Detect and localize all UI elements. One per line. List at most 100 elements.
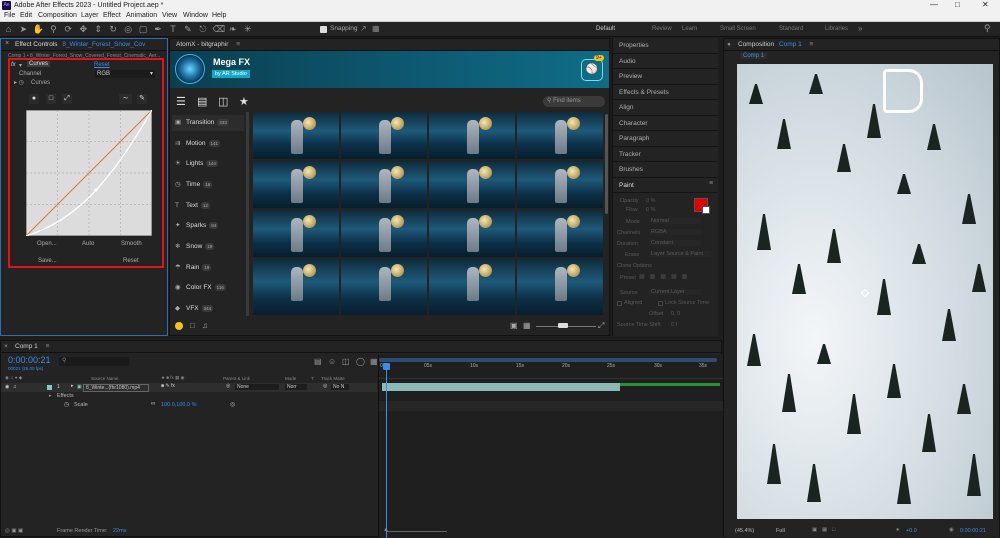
preset-thumbnail[interactable] (429, 210, 515, 257)
category-sparks[interactable]: ✦ Sparks 84 (172, 218, 244, 234)
menu-window[interactable]: Window (183, 12, 208, 19)
atomx-tab[interactable]: AtomX - bitgraphir ≡ (170, 39, 609, 51)
category-lights[interactable]: ☀ Lights 144 (172, 156, 244, 172)
workspace-standard[interactable]: Standard (779, 26, 803, 32)
curve-point[interactable] (94, 188, 98, 192)
preset-thumbnail[interactable] (517, 112, 603, 159)
clone-tool-icon[interactable]: ⎋ (197, 24, 208, 35)
menu-layer[interactable]: Layer (81, 12, 99, 19)
panel-preview[interactable]: Preview (613, 69, 718, 85)
panel-brushes[interactable]: Brushes (613, 162, 718, 178)
parent-header[interactable]: Parent & Link (223, 376, 250, 381)
timeline-search[interactable]: ⚲ (59, 357, 129, 366)
effect-reset-link[interactable]: Reset (94, 62, 110, 68)
home-icon[interactable]: ⌂ (3, 24, 14, 35)
channel-dropdown[interactable]: RGB ▾ (95, 70, 155, 78)
zoom-dropdown[interactable]: (45.4%) (735, 528, 754, 534)
menu-edit[interactable]: Edit (20, 12, 32, 19)
visibility-icon[interactable]: ◉ (5, 384, 9, 390)
atomx-tab-menu-icon[interactable]: ≡ (236, 41, 240, 48)
timeline-timecode[interactable]: 0:00:00:21 (8, 355, 51, 365)
panel-properties[interactable]: Properties (613, 38, 718, 54)
motion-blur-icon[interactable]: ◯ (356, 357, 365, 366)
paint-menu-icon[interactable]: ≡ (709, 180, 713, 187)
workspace-review[interactable]: Review (652, 26, 672, 32)
effect-expand-icon[interactable]: ▾ (19, 62, 22, 69)
selection-tool-icon[interactable]: ➤ (18, 24, 29, 35)
snap-edge-icon[interactable]: ▦ (372, 24, 380, 33)
open-button[interactable]: Open... (37, 241, 57, 247)
category-vfx[interactable]: ◆ VFX 344 (172, 301, 244, 317)
track-matte-header[interactable]: Track Matte (321, 376, 345, 381)
draft-3d-icon[interactable]: ▤ (314, 357, 322, 366)
effect-controls-tab[interactable]: Effect Controls 8_Winter_Forest_Snow_Cov (1, 39, 167, 51)
snap-options-icon[interactable]: ↗ (360, 24, 367, 33)
fx-toggle[interactable]: fx (11, 62, 16, 68)
dolly-tool-icon[interactable]: ⇕ (93, 24, 104, 35)
comp-breadcrumb[interactable]: Comp 1 (740, 53, 768, 59)
layer-color-label[interactable] (47, 385, 52, 390)
layer-switches-icon[interactable]: ■ ✎ fx (161, 383, 175, 389)
erase-dropdown[interactable]: Layer Source & Paint (649, 251, 711, 257)
mode-header[interactable]: Mode (285, 376, 296, 381)
workspace-default[interactable]: Default (596, 26, 615, 32)
mask-icon[interactable]: □ (832, 527, 835, 533)
panel-tracker[interactable]: Tracker (613, 146, 718, 162)
layer-name[interactable]: 8_Winte...(fhr1080).mp4 (83, 384, 149, 392)
curves-stopwatch-icon[interactable]: ▸ ◷ (14, 79, 24, 86)
preset-thumbnail[interactable] (253, 210, 339, 257)
workspace-small-screen[interactable]: Small Screen (720, 26, 756, 32)
scale-value[interactable]: 100.0,100.0 % (161, 402, 196, 408)
track-matte-dropdown[interactable]: No N (331, 384, 349, 390)
composition-viewer[interactable] (737, 64, 993, 519)
rectangle-tool-icon[interactable]: ▢ (138, 24, 149, 35)
parent-dropdown[interactable]: None (235, 384, 279, 390)
roto-tool-icon[interactable]: ❧ (227, 24, 238, 35)
snapping-checkbox[interactable] (320, 26, 327, 33)
offset-value[interactable]: 0, 0 (671, 311, 680, 317)
transparency-grid-icon[interactable]: ▦ (822, 527, 827, 533)
slider-handle[interactable] (558, 323, 568, 328)
playhead-handle[interactable] (383, 363, 390, 370)
panel-paint[interactable]: Paint (613, 177, 718, 193)
auto-button[interactable]: Auto (82, 241, 94, 247)
lock-source-checkbox[interactable] (658, 301, 663, 306)
preset-thumbnail[interactable] (429, 161, 515, 208)
panel-effects-presets[interactable]: Effects & Presets (613, 84, 718, 100)
aligned-checkbox[interactable] (617, 301, 622, 306)
atomx-search[interactable]: ⚲ Find items (543, 96, 605, 107)
pan-tool-icon[interactable]: ✥ (78, 24, 89, 35)
menu-composition[interactable]: Composition (38, 12, 77, 19)
preset-thumbnail[interactable] (517, 161, 603, 208)
user-avatar-icon[interactable] (175, 322, 183, 330)
mode-dropdown[interactable]: Norr (285, 384, 307, 390)
workspace-learn[interactable]: Learn (682, 26, 697, 32)
timeline-zoom-slider[interactable] (387, 531, 447, 532)
preset-thumbnail[interactable] (429, 259, 515, 315)
save-button[interactable]: Save... (38, 258, 57, 264)
category-rain[interactable]: ☂ Rain 19 (172, 260, 244, 276)
cart-button[interactable]: ⚾ (581, 59, 603, 81)
time-ruler[interactable]: 0s 05s 10s 15s 20s 25s 30s 35s (379, 363, 723, 379)
shy-icon[interactable]: ☺ (328, 357, 336, 366)
menu-animation[interactable]: Animation (126, 12, 157, 19)
panel-paragraph[interactable]: Paragraph (613, 131, 718, 147)
scale-stopwatch-icon[interactable]: ◷ (64, 401, 69, 408)
effect-name[interactable]: Curves (27, 61, 51, 67)
curve-resize-icon[interactable]: ⤢ (62, 94, 72, 104)
category-motion[interactable]: ⇉ Motion 141 (172, 136, 244, 152)
minimize-button[interactable]: — (930, 0, 938, 9)
preset-thumbnail[interactable] (517, 259, 603, 315)
menu-view[interactable]: View (162, 12, 177, 19)
orbit-tool-icon[interactable]: ⟳ (63, 24, 74, 35)
category-text[interactable]: T Text 12 (172, 198, 244, 214)
track-matte-pick-icon[interactable]: ◎ (323, 383, 327, 389)
list-icon[interactable]: ▤ (197, 95, 207, 108)
lock-icon[interactable]: ● (727, 39, 731, 51)
atomx-scrollbar[interactable] (605, 114, 608, 214)
source-time-value[interactable]: 0 f (671, 322, 677, 328)
region-icon[interactable]: ▣ (812, 527, 817, 533)
preset-thumbnail[interactable] (253, 112, 339, 159)
mode-dropdown[interactable]: Normal (649, 218, 701, 224)
audio-icon[interactable]: ♫ (13, 384, 17, 390)
